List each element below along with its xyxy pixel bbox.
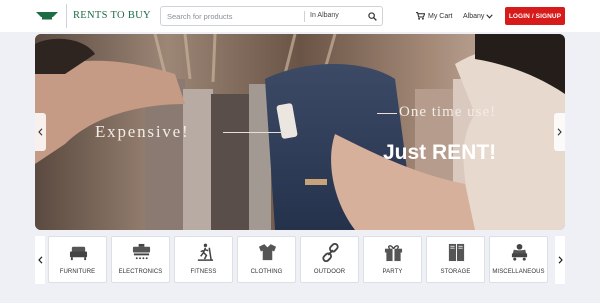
logo-icon[interactable] (36, 11, 58, 21)
chevron-right-icon (558, 256, 563, 264)
hero-text-expensive: Expensive! (95, 122, 190, 141)
category-fitness[interactable]: FITNESS (174, 236, 233, 283)
gift-icon (384, 245, 403, 262)
chevron-right-icon (557, 128, 562, 136)
hero-text-one-time: One time use! (399, 104, 497, 120)
hero-banner[interactable]: Expensive! One time use! Just RENT! (35, 34, 565, 230)
hero-divider-left (223, 132, 285, 133)
category-furniture[interactable]: FURNITURE (48, 236, 107, 283)
category-label: STORAGE (440, 269, 471, 275)
category-label: CLOTHING (250, 269, 283, 275)
chevron-down-icon (486, 13, 494, 19)
category-label: FITNESS (190, 269, 217, 275)
locker-icon (448, 243, 465, 262)
search-input[interactable] (167, 10, 299, 23)
search-bar: In Albany (160, 6, 383, 26)
cart-label: My Cart (428, 12, 453, 20)
hero-divider-right (377, 113, 397, 114)
search-location[interactable]: In Albany (310, 12, 339, 19)
category-label: MISCELLANEOUS (492, 269, 545, 275)
sofa-icon (69, 246, 88, 261)
hero-text-just-rent: Just RENT! (383, 141, 497, 164)
category-label: FURNITURE (59, 269, 96, 275)
chevron-left-icon (37, 256, 42, 264)
search-separator (304, 11, 305, 22)
category-electronics[interactable]: ELECTRONICS (111, 236, 170, 283)
shirt-icon (258, 243, 277, 261)
hero-prev-button[interactable] (35, 113, 46, 151)
top-header: RENTS TO BUY In Albany My Cart Albany LO… (0, 0, 600, 32)
city-selector[interactable]: Albany (463, 11, 494, 21)
search-icon[interactable] (368, 12, 377, 21)
category-prev-button[interactable] (35, 236, 45, 284)
category-clothing[interactable]: CLOTHING (237, 236, 296, 283)
category-party[interactable]: PARTY (363, 236, 422, 283)
category-label: ELECTRONICS (118, 269, 163, 275)
appliance-icon (132, 243, 151, 260)
brand-name[interactable]: RENTS TO BUY (73, 10, 151, 21)
category-next-button[interactable] (555, 236, 565, 284)
category-label: PARTY (382, 269, 403, 275)
category-miscellaneous[interactable]: MISCELLANEOUS (489, 236, 548, 283)
cart-icon (416, 12, 425, 20)
hero-next-button[interactable] (554, 113, 565, 151)
category-label: OUTDOOR (313, 269, 346, 275)
treadmill-icon (197, 243, 214, 261)
category-outdoor[interactable]: OUTDOOR (300, 236, 359, 283)
person-cart-icon (511, 243, 528, 261)
category-storage[interactable]: STORAGE (426, 236, 485, 283)
login-signup-button[interactable]: LOGIN / SIGNUP (505, 7, 565, 25)
cart-button[interactable]: My Cart (416, 11, 453, 21)
category-carousel: FURNITURE ELECTRONICS FITNESS CLOTHING O… (35, 236, 565, 284)
logo-divider (66, 4, 67, 28)
chain-link-icon (322, 243, 339, 262)
city-label: Albany (463, 12, 485, 20)
chevron-left-icon (38, 128, 43, 136)
